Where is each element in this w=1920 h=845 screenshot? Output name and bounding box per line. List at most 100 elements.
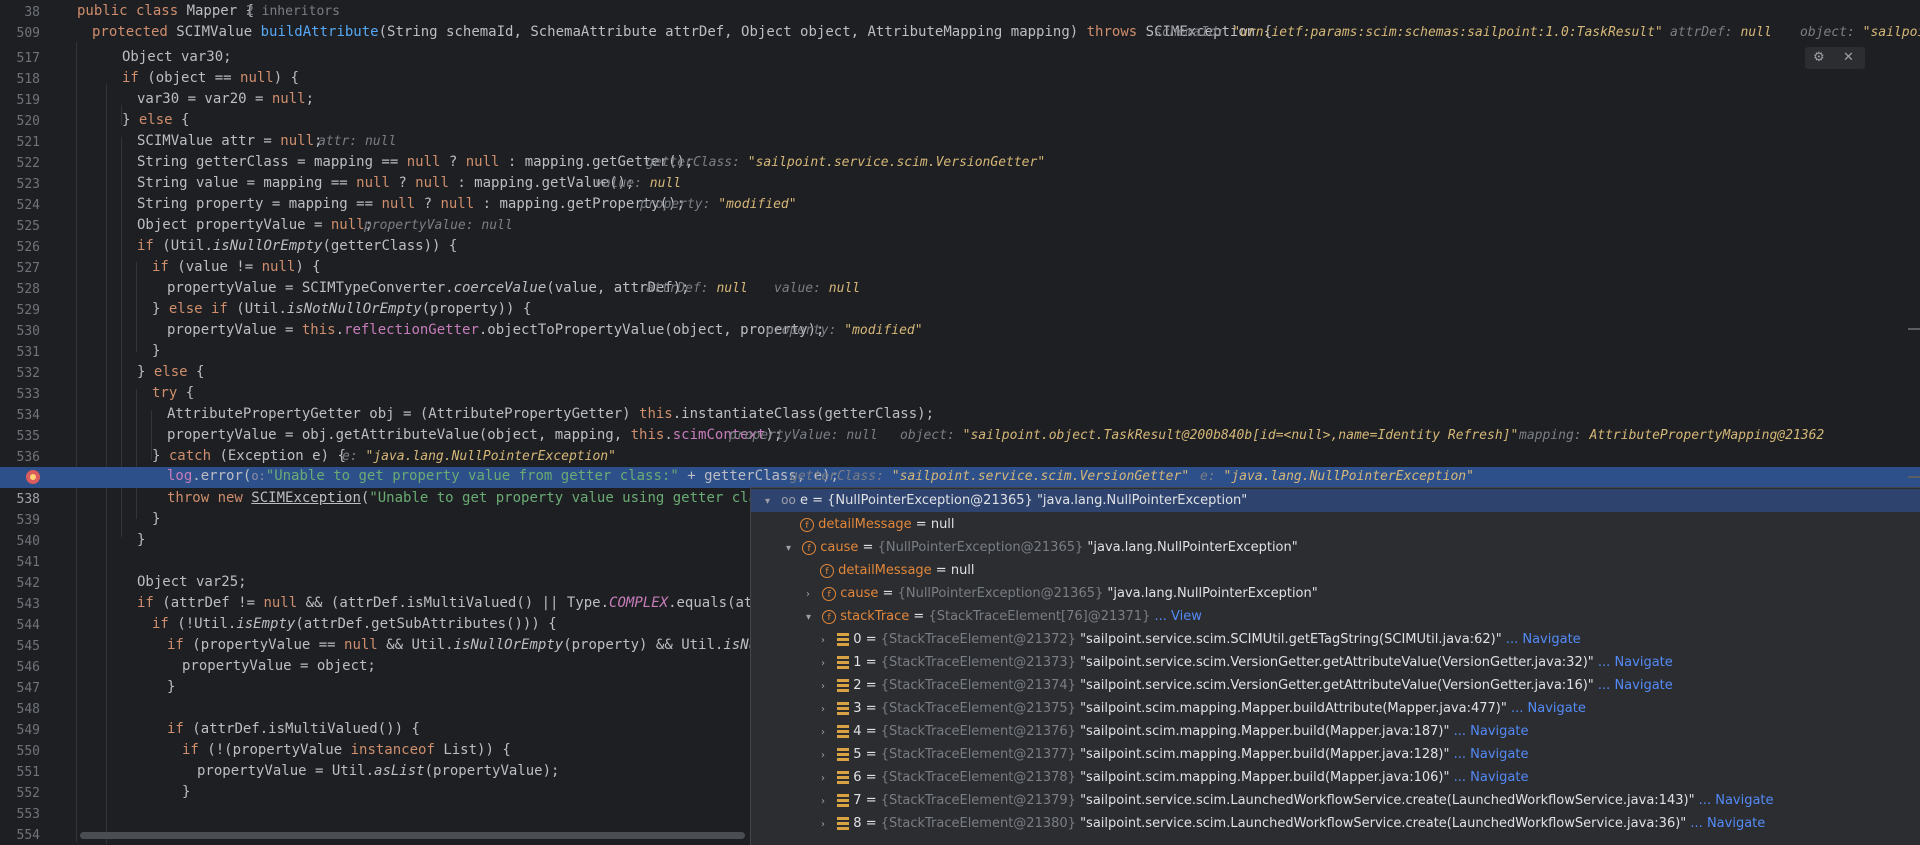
field-ref: {NullPointerException@21365}: [897, 586, 1108, 601]
code-token: asList: [374, 763, 425, 779]
chevron-right-icon[interactable]: ›: [806, 583, 818, 606]
code-token: }: [152, 511, 161, 527]
inline-value: "java.lang.NullPointerException": [1223, 469, 1474, 484]
code-token: buildAttribute: [260, 24, 379, 40]
code-token: null: [240, 70, 274, 86]
chevron-right-icon[interactable]: ›: [821, 698, 833, 721]
code-token: ) {: [295, 259, 321, 275]
frame-ref: {StackTraceElement@21380}: [880, 816, 1081, 831]
code-token: catch: [168, 448, 220, 464]
field-icon: f: [822, 609, 837, 624]
code-line-522[interactable]: String getterClass = mapping == null ? n…: [0, 154, 1920, 175]
code-line-521[interactable]: SCIMValue attr = null; attr: null: [0, 133, 1920, 154]
navigate-link[interactable]: Navigate: [1707, 816, 1765, 831]
code-line-533[interactable]: try {: [0, 385, 1920, 406]
chevron-right-icon[interactable]: ›: [821, 767, 833, 790]
field-eq: =: [909, 609, 929, 624]
inline-value: "java.lang.NullPointerException": [365, 449, 616, 464]
scrollbar-marker[interactable]: [1908, 328, 1920, 330]
navigate-link[interactable]: Navigate: [1528, 701, 1586, 716]
chevron-right-icon[interactable]: ›: [821, 721, 833, 744]
navigate-link[interactable]: Navigate: [1614, 678, 1672, 693]
code-token: (getterClass)) {: [322, 238, 458, 254]
popup-root-node[interactable]: ▾ oo e = {NullPointerException@21365} "j…: [751, 489, 1920, 512]
debugger-value-popup[interactable]: ▾ oo e = {NullPointerException@21365} "j…: [750, 487, 1920, 845]
code-token: (value !=: [177, 259, 262, 275]
navigate-link[interactable]: Navigate: [1715, 793, 1773, 808]
breakpoint-icon[interactable]: [26, 470, 40, 484]
view-link[interactable]: View: [1171, 609, 1202, 624]
field-eq: =: [858, 540, 878, 555]
frame-value: "sailpoint.service.scim.LaunchedWorkflow…: [1080, 816, 1687, 831]
inheritors-hint[interactable]: 2 inheritors: [246, 4, 340, 19]
code-line-526[interactable]: if (Util.isNullOrEmpty(getterClass)) {: [0, 238, 1920, 259]
array-element-icon: [837, 678, 850, 693]
frame-ref: {StackTraceElement@21379}: [880, 793, 1081, 808]
code-line-518[interactable]: if (object == null) {: [0, 70, 1920, 91]
navigate-link[interactable]: Navigate: [1614, 655, 1672, 670]
chevron-down-icon[interactable]: ▾: [786, 537, 798, 560]
frame-tail: ...: [1694, 793, 1716, 808]
inline-value: "modified": [844, 323, 923, 338]
chevron-down-icon[interactable]: ▾: [765, 490, 777, 513]
chevron-right-icon[interactable]: ›: [821, 744, 833, 767]
frame-index: 2: [853, 678, 862, 693]
code-line-520[interactable]: } else {: [0, 112, 1920, 133]
code-line-535[interactable]: propertyValue = obj.getAttributeValue(ob…: [0, 427, 1920, 448]
frame-index: 7: [853, 793, 862, 808]
scrollbar-marker[interactable]: [1908, 476, 1920, 478]
code-line-529[interactable]: } else if (Util.isNotNullOrEmpty(propert…: [0, 301, 1920, 322]
code-token: }: [122, 112, 139, 128]
inline-value-hint: attrDef:: [1670, 25, 1741, 40]
chevron-right-icon[interactable]: ›: [821, 629, 833, 652]
code-line-530[interactable]: propertyValue = this.reflectionGetter.ob…: [0, 322, 1920, 343]
code-line-528[interactable]: propertyValue = SCIMTypeConverter.coerce…: [0, 280, 1920, 301]
navigate-link[interactable]: Navigate: [1522, 632, 1580, 647]
code-token: .: [664, 427, 673, 443]
inline-value-hint: getterClass:: [790, 469, 892, 484]
horizontal-scrollbar[interactable]: [80, 832, 745, 839]
frame-ref: {StackTraceElement@21378}: [880, 770, 1081, 785]
code-line-531[interactable]: }: [0, 343, 1920, 364]
code-line-524[interactable]: String property = mapping == null ? null…: [0, 196, 1920, 217]
code-line-536[interactable]: } catch (Exception e) { e: "java.lang.Nu…: [0, 448, 1920, 469]
code-token: protected: [92, 24, 177, 40]
code-line-509[interactable]: protected SCIMValue buildAttribute(Strin…: [0, 24, 1920, 45]
navigate-link[interactable]: Navigate: [1470, 770, 1528, 785]
code-line-525[interactable]: Object propertyValue = null; propertyVal…: [0, 217, 1920, 238]
frame-value: "sailpoint.scim.mapping.Mapper.build(Map…: [1080, 747, 1450, 762]
code-line-532[interactable]: } else {: [0, 364, 1920, 385]
code-line-517[interactable]: Object var30;: [0, 49, 1920, 70]
code-token: null: [465, 154, 508, 170]
code-line-527[interactable]: if (value != null) {: [0, 259, 1920, 280]
code-token: if: [137, 238, 163, 254]
chevron-right-icon[interactable]: ›: [821, 675, 833, 698]
frame-index: 0: [853, 632, 862, 647]
inline-value: "sailpoint.service.scim.VersionGetter": [891, 469, 1190, 484]
field-name: detailMessage: [818, 517, 912, 532]
field-value: null: [950, 563, 975, 578]
chevron-right-icon[interactable]: ›: [821, 790, 833, 813]
code-token: ;: [305, 91, 315, 107]
code-token: (Util.: [236, 301, 287, 317]
field-tail: ...: [1154, 609, 1171, 624]
chevron-down-icon[interactable]: ▾: [806, 606, 818, 629]
debug-settings-icon[interactable]: ⚙: [1813, 47, 1825, 69]
code-line-534[interactable]: AttributePropertyGetter obj = (Attribute…: [0, 406, 1920, 427]
close-icon[interactable]: ✕: [1843, 47, 1854, 69]
code-line-523[interactable]: String value = mapping == null ? null : …: [0, 175, 1920, 196]
code-line-38[interactable]: public class Mapper { 2 inheritors: [0, 3, 1920, 24]
code-line-519[interactable]: var30 = var20 = null;: [0, 91, 1920, 112]
code-token: }: [182, 784, 191, 800]
code-token: isNullOrEmpty: [453, 637, 564, 653]
array-element-icon: [837, 747, 850, 762]
code-token: propertyValue = obj.getAttributeValue(ob…: [167, 427, 631, 443]
code-token: Mapper {: [186, 3, 255, 19]
code-editor[interactable]: 38 509 517 518 519 520 521 522 523 524 525 526 527 52…: [0, 0, 1920, 845]
code-token: if: [137, 595, 163, 611]
navigate-link[interactable]: Navigate: [1470, 724, 1528, 739]
code-line-current-execution[interactable]: log.error(o:"Unable to get property valu…: [0, 467, 1920, 488]
chevron-right-icon[interactable]: ›: [821, 652, 833, 675]
navigate-link[interactable]: Navigate: [1470, 747, 1528, 762]
chevron-right-icon[interactable]: ›: [821, 813, 833, 836]
